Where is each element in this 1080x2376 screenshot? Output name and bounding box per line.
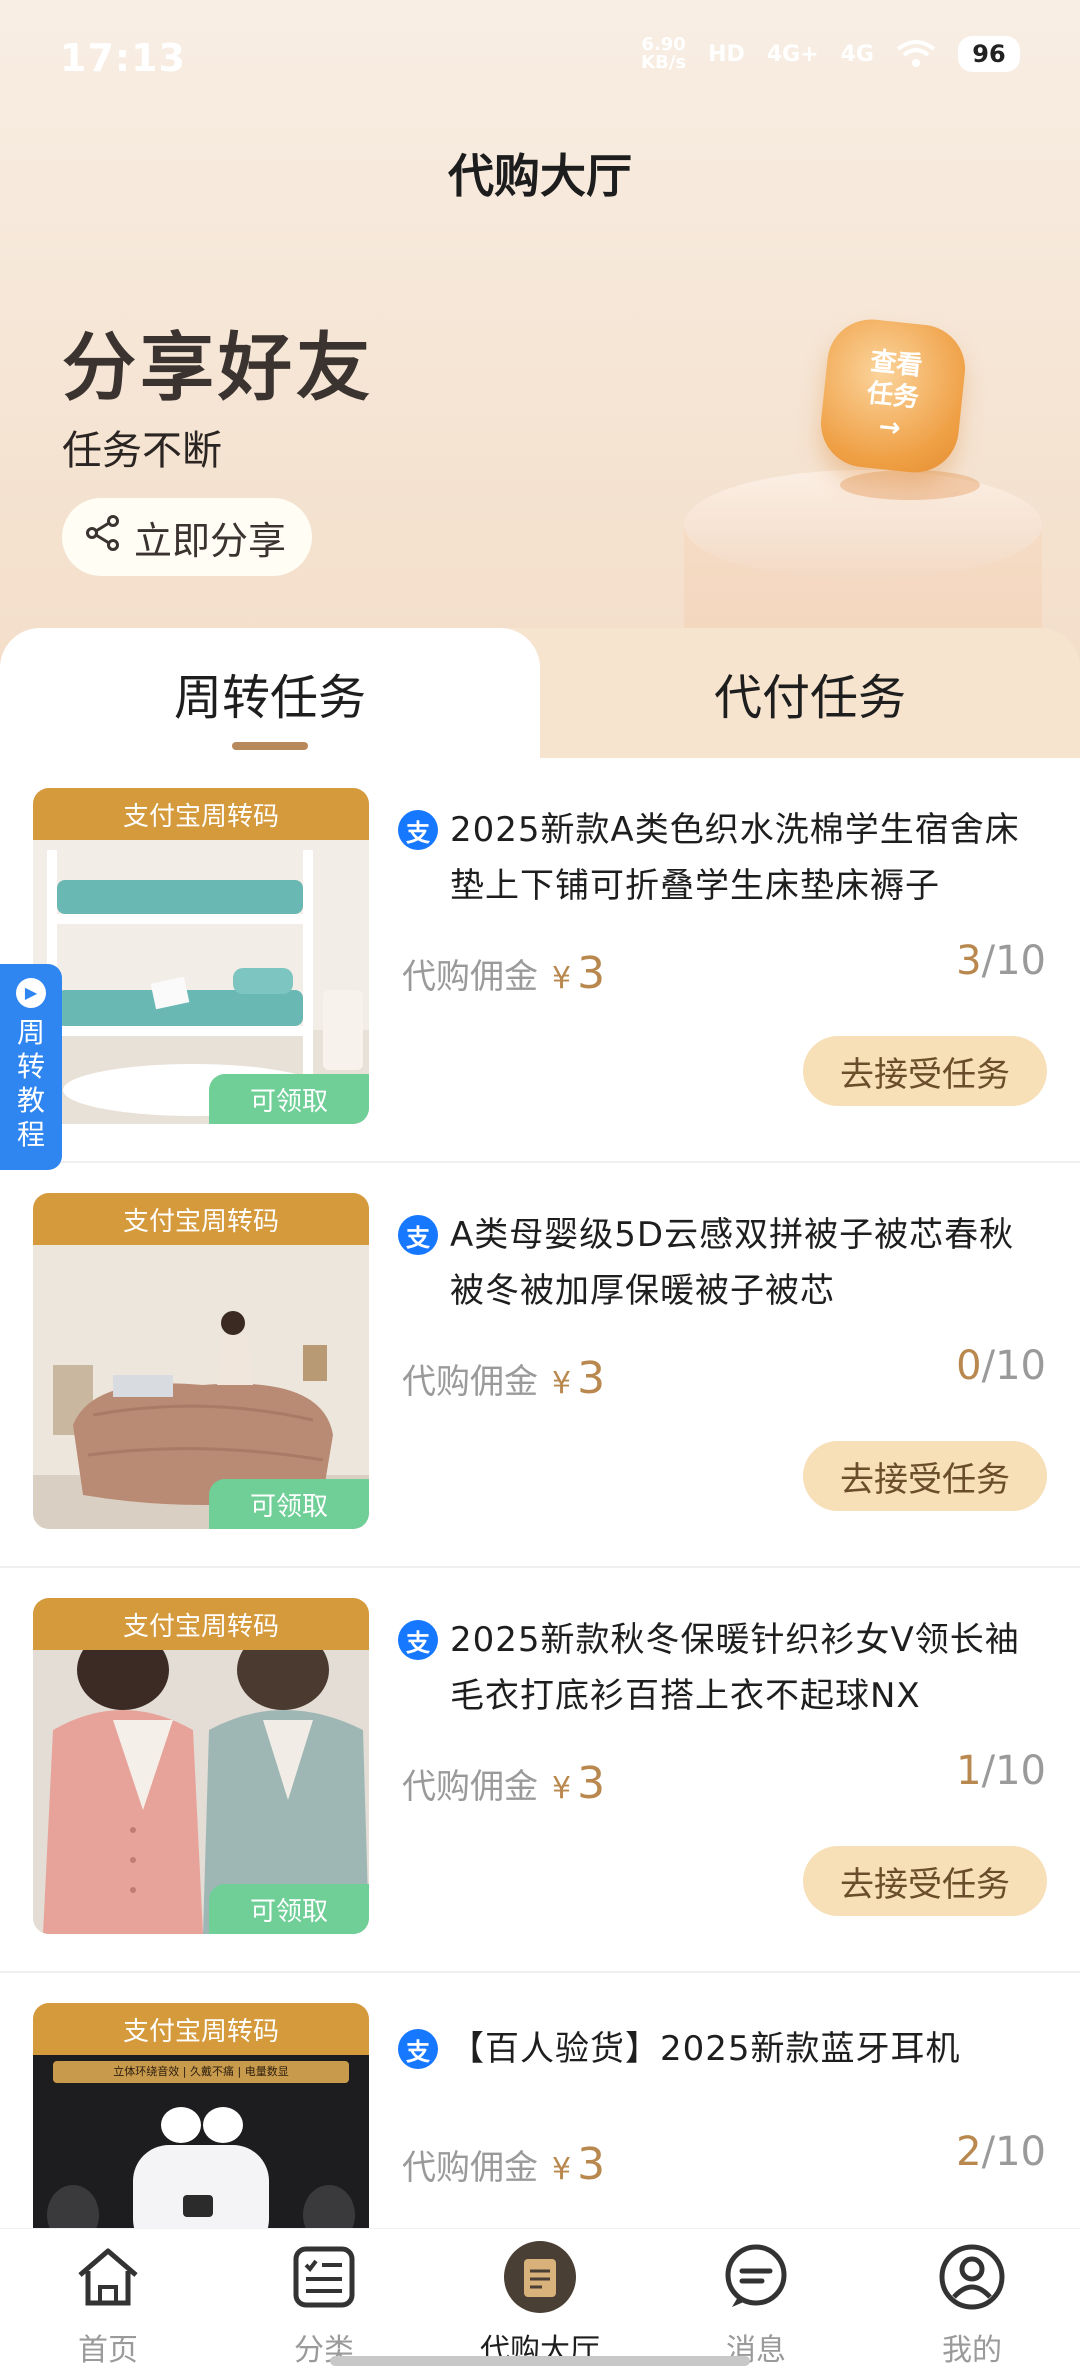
currency-symbol: ¥	[552, 1771, 572, 1806]
task-list: 支付宝周转码 可领取 支 2025新款A类色织水洗棉学生宿舍床垫上下铺可折叠学生…	[0, 758, 1080, 2228]
product-image[interactable]: 支付宝周转码 可领取	[33, 788, 369, 1124]
task-progress: 0/10	[956, 1343, 1046, 1389]
product-title[interactable]: A类母婴级5D云感双拼被子被芯春秋被冬被加厚保暖被子被芯	[450, 1207, 1040, 1319]
nav-profile[interactable]: 我的	[864, 2239, 1080, 2369]
wifi-icon	[896, 39, 936, 69]
view-tasks-badge[interactable]: 查看 任务 →	[816, 315, 970, 477]
alipay-turnover-tag: 支付宝周转码	[33, 1193, 369, 1245]
nav-messages[interactable]: 消息	[648, 2239, 864, 2369]
badge-shadow	[840, 470, 980, 500]
tab-turnover-tasks[interactable]: 周转任务	[0, 628, 540, 758]
status-time: 17:13	[60, 36, 186, 80]
product-image[interactable]: 支付宝周转码 可领取	[33, 1598, 369, 1934]
alipay-icon: 支	[398, 1215, 438, 1255]
commission-amount: 3	[577, 2139, 606, 2190]
task-progress: 3/10	[956, 938, 1046, 984]
currency-symbol: ¥	[552, 961, 572, 996]
product-title[interactable]: 2025新款秋冬保暖针织衫女V领长袖毛衣打底衫百搭上衣不起球NX	[450, 1612, 1040, 1724]
play-icon: ▶	[16, 978, 46, 1008]
bottom-navigation: 首页 分类 代购大厅 消息 我的	[0, 2228, 1080, 2376]
status-bar: 17:13 6.90 KB/s HD 4G+ 4G 96	[0, 0, 1080, 116]
claimable-badge: 可领取	[209, 1074, 369, 1124]
accept-task-button[interactable]: 去接受任务	[803, 1036, 1047, 1106]
promo-subtitle: 任务不断	[62, 428, 222, 474]
nav-home[interactable]: 首页	[0, 2239, 216, 2369]
alipay-icon: 支	[398, 2029, 438, 2069]
claimable-badge: 可领取	[209, 1479, 369, 1529]
accept-task-button[interactable]: 去接受任务	[803, 1441, 1047, 1511]
alipay-turnover-tag: 支付宝周转码	[33, 788, 369, 840]
profile-icon	[934, 2239, 1010, 2315]
task-card: 支付宝周转码 可领取 支 2025新款秋冬保暖针织衫女V领长袖毛衣打底衫百搭上衣…	[0, 1568, 1080, 1973]
home-indicator[interactable]	[330, 2356, 750, 2366]
tutorial-label: 周转教程	[16, 1016, 45, 1151]
task-card: 支付宝周转码 可领取 支 2025新款A类色织水洗棉学生宿舍床垫上下铺可折叠学生…	[0, 758, 1080, 1163]
home-icon	[70, 2239, 146, 2315]
claimable-badge: 可领取	[209, 1884, 369, 1934]
currency-symbol: ¥	[552, 1366, 572, 1401]
commission-amount: 3	[577, 948, 606, 999]
task-card: 支付宝周转码 可领取 支 A类母婴级5D云感双拼被子被芯春秋被冬被加厚保暖被子被…	[0, 1163, 1080, 1568]
share-button-label: 立即分享	[134, 518, 287, 563]
nav-category[interactable]: 分类	[216, 2239, 432, 2369]
commission-amount: 3	[577, 1758, 606, 1809]
commission-label: 代购佣金	[402, 2148, 538, 2188]
alipay-icon: 支	[398, 1620, 438, 1660]
earbuds-image-caption: 立体环绕音效 | 久戴不痛 | 电量数显	[113, 2065, 289, 2078]
network-speed: 6.90 KB/s	[641, 34, 687, 73]
product-title[interactable]: 【百人验货】2025新款蓝牙耳机	[450, 2021, 1040, 2077]
task-progress: 1/10	[956, 1748, 1046, 1794]
message-icon	[718, 2239, 794, 2315]
status-icons: 6.90 KB/s HD 4G+ 4G 96	[641, 36, 1020, 72]
category-icon	[286, 2239, 362, 2315]
battery-indicator: 96	[958, 36, 1020, 72]
currency-symbol: ¥	[552, 2152, 572, 2187]
commission: 代购佣金 ¥ 3	[402, 1758, 605, 1809]
task-card: 支付宝周转码 立体环绕音效 | 久戴不痛 | 电量数显 支 【百人验货】2025…	[0, 1973, 1080, 2228]
turnover-tutorial-tab[interactable]: ▶ 周转教程	[0, 964, 62, 1170]
signal-4g-icon: 4G	[840, 41, 874, 67]
commission: 代购佣金 ¥ 3	[402, 1353, 605, 1404]
alipay-turnover-tag: 支付宝周转码	[33, 2003, 369, 2055]
commission-amount: 3	[577, 1353, 606, 1404]
commission: 代购佣金 ¥ 3	[402, 948, 605, 999]
product-image[interactable]: 支付宝周转码 可领取	[33, 1193, 369, 1529]
product-image[interactable]: 支付宝周转码 立体环绕音效 | 久戴不痛 | 电量数显	[33, 2003, 369, 2228]
purchase-hall-page: 17:13 6.90 KB/s HD 4G+ 4G 96 代购大厅 分享好友 任…	[0, 0, 1080, 2376]
accept-task-button[interactable]: 去接受任务	[803, 1846, 1047, 1916]
product-title[interactable]: 2025新款A类色织水洗棉学生宿舍床垫上下铺可折叠学生床垫床褥子	[450, 802, 1040, 914]
page-title: 代购大厅	[448, 149, 632, 203]
active-tab-indicator	[232, 742, 308, 750]
signal-4g-plus-icon: 4G+	[766, 41, 819, 67]
share-button[interactable]: 立即分享	[62, 498, 313, 576]
task-tabs: 周转任务 代付任务	[0, 628, 1080, 758]
commission-label: 代购佣金	[402, 1767, 538, 1807]
nav-purchase-hall[interactable]: 代购大厅	[432, 2239, 648, 2369]
commission-label: 代购佣金	[402, 1362, 538, 1402]
tab-pay-tasks[interactable]: 代付任务	[540, 628, 1080, 758]
commission: 代购佣金 ¥ 3	[402, 2139, 605, 2190]
promo-title: 分享好友	[62, 325, 374, 411]
alipay-icon: 支	[398, 810, 438, 850]
hd-icon: HD	[708, 41, 745, 67]
commission-label: 代购佣金	[402, 957, 538, 997]
share-icon	[84, 514, 122, 561]
task-progress: 2/10	[956, 2129, 1046, 2175]
purchase-hall-icon	[502, 2239, 578, 2315]
alipay-turnover-tag: 支付宝周转码	[33, 1598, 369, 1650]
